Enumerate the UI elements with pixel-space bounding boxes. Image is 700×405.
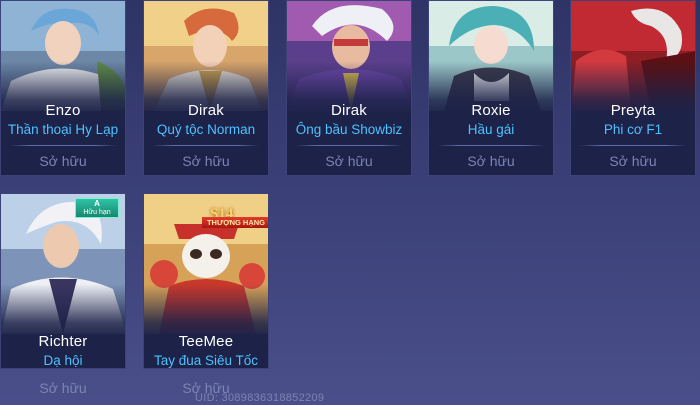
- uid-watermark: UID: 3089836318852209: [195, 392, 325, 404]
- owned-status: Sở hữu: [182, 153, 230, 169]
- skin-card-richter[interactable]: A Hữu hạn Richter Dạ hội: [0, 193, 126, 369]
- divider: [9, 145, 117, 146]
- hero-name: Dirak: [330, 102, 367, 119]
- hero-name: Dirak: [187, 102, 224, 119]
- skin-name: Tay đua Siêu Tốc: [153, 353, 259, 368]
- owned-status: Sở hữu: [39, 153, 87, 169]
- divider: [295, 145, 403, 146]
- skin-name: Ông bầu Showbiz: [295, 122, 403, 137]
- hero-name: TeeMee: [178, 333, 234, 350]
- skin-name: Phi cơ F1: [603, 122, 663, 137]
- divider: [579, 145, 687, 146]
- skin-name: Dạ hội: [43, 353, 83, 368]
- skin-name: Hầu gái: [467, 122, 515, 137]
- limited-badge: A Hữu hạn: [75, 198, 119, 218]
- hero-name: Roxie: [471, 102, 511, 119]
- hero-name: Richter: [38, 333, 88, 350]
- skin-card-dirak-showbiz[interactable]: Dirak Ông bầu Showbiz Sở hữu: [286, 0, 412, 176]
- skin-card-teemee[interactable]: S14 THƯỢNG HẠNG TeeMee Tay đua Siêu Tốc: [143, 193, 269, 369]
- skin-card-preyta[interactable]: Preyta Phi cơ F1 Sở hữu: [570, 0, 696, 176]
- hero-name: Enzo: [45, 102, 81, 119]
- skin-name: Thần thoại Hy Lạp: [7, 122, 119, 137]
- divider: [437, 145, 545, 146]
- owned-status: Sở hữu: [609, 153, 657, 169]
- owned-status: Sở hữu: [39, 380, 87, 396]
- skin-card-dirak-norman[interactable]: Dirak Quý tộc Norman Sở hữu: [143, 0, 269, 176]
- rank-badge: S14 THƯỢNG HẠNG: [202, 206, 268, 228]
- skin-card-enzo[interactable]: Enzo Thần thoại Hy Lạp Sở hữu: [0, 0, 126, 176]
- hero-name: Preyta: [610, 102, 656, 119]
- divider: [152, 145, 260, 146]
- owned-status: Sở hữu: [325, 153, 373, 169]
- owned-status: Sở hữu: [467, 153, 515, 169]
- skin-name: Quý tộc Norman: [156, 122, 256, 137]
- skin-card-roxie[interactable]: Roxie Hầu gái Sở hữu: [428, 0, 554, 176]
